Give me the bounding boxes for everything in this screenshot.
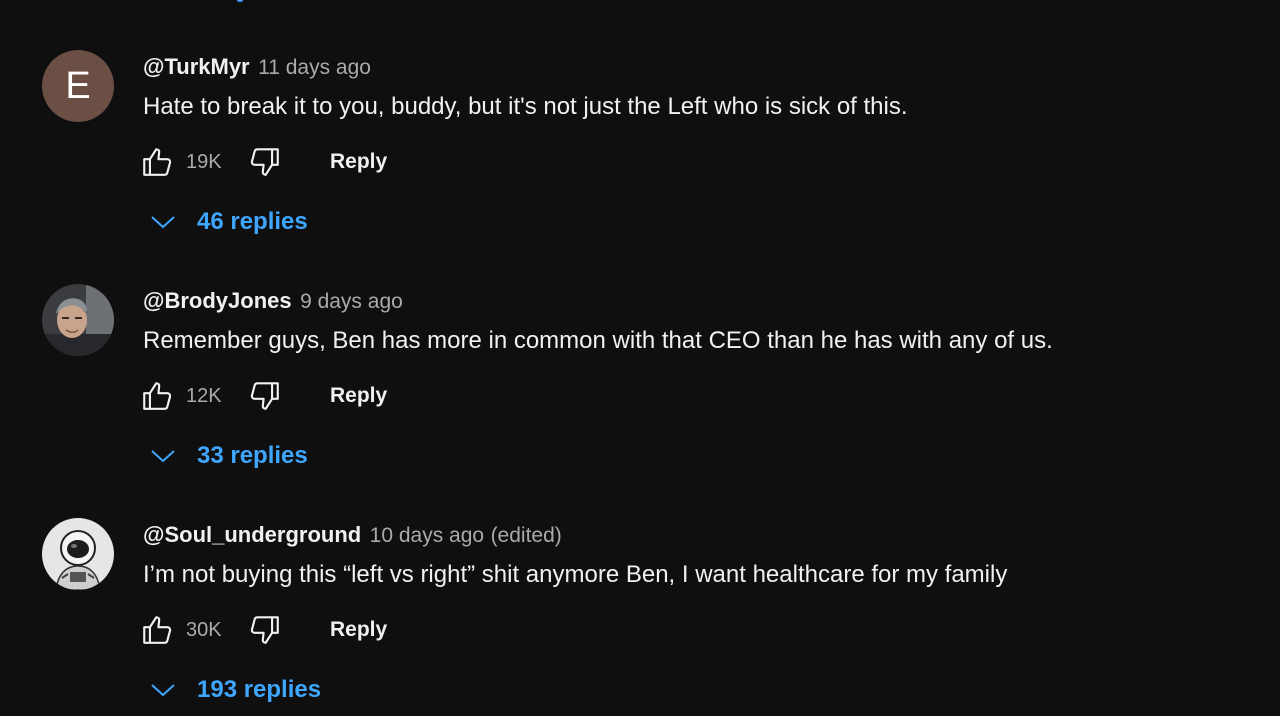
comment-text: Remember guys, Ben has more in common wi… [143, 327, 1053, 354]
comment-thread: @Soul_underground 10 days ago (edited) I… [0, 468, 1280, 703]
comment-author[interactable]: @Soul_underground [143, 522, 361, 547]
reply-button[interactable]: Reply [330, 150, 387, 174]
avatar[interactable] [42, 284, 114, 356]
avatar[interactable]: E [42, 50, 114, 122]
thumbs-down-icon [250, 616, 279, 644]
comment-thread: @BrodyJones 9 days ago Remember guys, Be… [0, 234, 1280, 469]
comment-author[interactable]: @BrodyJones [143, 288, 292, 313]
thumbs-up-icon [143, 148, 172, 176]
comments-section: E @TurkMyr 11 days ago Hate to break it … [0, 0, 1280, 716]
comment-actions: 12K Reply [138, 376, 387, 416]
chevron-down-icon [146, 673, 180, 707]
dislike-button[interactable] [246, 377, 284, 415]
thumbs-up-icon [143, 382, 172, 410]
comment-header: @TurkMyr 11 days ago [143, 52, 371, 82]
comment-header: @BrodyJones 9 days ago [143, 286, 403, 316]
view-replies-button[interactable]: 193 replies [146, 670, 321, 710]
comment-timestamp[interactable]: 9 days ago [300, 290, 403, 313]
thumbs-down-icon [250, 148, 279, 176]
replies-count-label: 46 replies [197, 208, 308, 235]
comment-text: Hate to break it to you, buddy, but it's… [143, 93, 908, 120]
comment-actions: 30K Reply [138, 610, 387, 650]
user-photo-avatar [42, 284, 114, 356]
avatar[interactable] [42, 518, 114, 590]
comment-timestamp[interactable]: 11 days ago [258, 56, 371, 79]
reply-button[interactable]: Reply [330, 618, 387, 642]
dislike-button[interactable] [246, 143, 284, 181]
like-button[interactable] [138, 143, 176, 181]
like-count: 19K [186, 150, 222, 173]
edited-label: (edited) [490, 524, 562, 547]
replies-count-label: 33 replies [197, 442, 308, 469]
comment-header: @Soul_underground 10 days ago (edited) [143, 520, 562, 550]
thumbs-down-icon [250, 382, 279, 410]
replies-count-label: 193 replies [197, 676, 322, 703]
comment-text: I’m not buying this “left vs right” shit… [143, 561, 1008, 588]
like-count: 12K [186, 384, 222, 407]
comment-timestamp[interactable]: 10 days ago [370, 524, 484, 547]
comment-thread: E @TurkMyr 11 days ago Hate to break it … [0, 0, 1280, 235]
like-count: 30K [186, 618, 222, 641]
like-button[interactable] [138, 377, 176, 415]
comment-author[interactable]: @TurkMyr [143, 54, 250, 79]
astronaut-avatar [42, 518, 114, 590]
like-button[interactable] [138, 611, 176, 649]
thumbs-up-icon [143, 616, 172, 644]
reply-button[interactable]: Reply [330, 384, 387, 408]
dislike-button[interactable] [246, 611, 284, 649]
comment-actions: 19K Reply [138, 142, 387, 182]
